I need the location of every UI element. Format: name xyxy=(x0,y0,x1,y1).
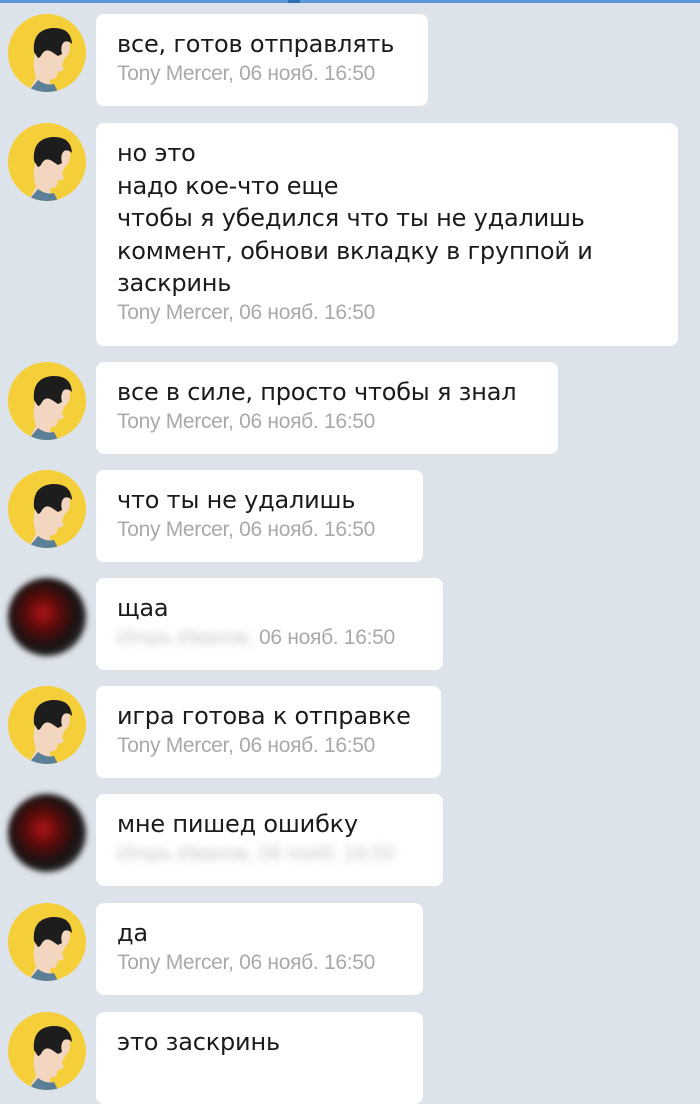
blurred-sender-name: Игорь Иванов, xyxy=(117,625,260,649)
message-meta: Игорь Иванов, 06 нояб. 16:50 xyxy=(117,626,423,650)
message-meta: Tony Mercer, 06 нояб. 16:50 xyxy=(117,409,376,433)
message-text: мне пишед ошибку xyxy=(117,810,358,838)
message-text: это заскринь xyxy=(117,1028,280,1056)
message-bubble[interactable]: но это надо кое-что еще чтобы я убедился… xyxy=(96,123,678,346)
message-text: щаа xyxy=(117,594,169,622)
message-bubble[interactable]: да Tony Mercer, 06 нояб. 16:50 xyxy=(96,903,423,995)
person-profile-icon xyxy=(28,916,72,981)
tony-avatar[interactable] xyxy=(8,123,86,201)
tony-avatar[interactable] xyxy=(8,1012,86,1090)
blurred-avatar[interactable] xyxy=(8,794,86,872)
person-profile-icon xyxy=(28,27,72,92)
message-bubble[interactable]: щаа Игорь Иванов, 06 нояб. 16:50 xyxy=(96,578,443,670)
message-bubble[interactable]: все в силе, просто чтобы я знал Tony Mer… xyxy=(96,362,558,454)
tony-avatar[interactable] xyxy=(8,470,86,548)
person-profile-icon xyxy=(28,136,72,201)
person-profile-icon xyxy=(28,483,72,548)
person-profile-icon xyxy=(28,1025,72,1090)
message-meta: Tony Mercer, 06 нояб. 16:50 xyxy=(117,733,376,757)
message-date-time: 06 нояб. 16:50 xyxy=(259,625,395,649)
message-bubble[interactable]: все, готов отправлять Tony Mercer, 06 но… xyxy=(96,14,428,106)
message-bubble[interactable]: мне пишед ошибку Игорь Иванов, 06 нояб. … xyxy=(96,794,443,886)
message-text: да xyxy=(117,919,148,947)
message-meta: Tony Mercer, 06 нояб. 16:50 xyxy=(117,61,376,85)
message-text: все, готов отправлять xyxy=(117,30,395,58)
tony-avatar[interactable] xyxy=(8,362,86,440)
message-text: игра готова к отправке xyxy=(117,702,411,730)
blurred-avatar[interactable] xyxy=(8,578,86,656)
tony-avatar[interactable] xyxy=(8,14,86,92)
blurred-message-meta: Игорь Иванов, 06 нояб. 16:50 xyxy=(117,841,395,865)
message-text: что ты не удалишь xyxy=(117,486,356,514)
message-meta: Tony Mercer, 06 нояб. 16:50 xyxy=(117,950,376,974)
message-meta: Tony Mercer, 06 нояб. 16:50 xyxy=(117,300,376,324)
person-profile-icon xyxy=(28,699,72,764)
tony-avatar[interactable] xyxy=(8,686,86,764)
message-text: все в силе, просто чтобы я знал xyxy=(117,378,517,406)
message-meta: Tony Mercer, 06 нояб. 16:50 xyxy=(117,517,376,541)
message-bubble[interactable]: игра готова к отправке Tony Mercer, 06 н… xyxy=(96,686,441,778)
message-bubble[interactable]: что ты не удалишь Tony Mercer, 06 нояб. … xyxy=(96,470,423,562)
message-text: но это надо кое-что еще чтобы я убедился… xyxy=(117,139,593,297)
tony-avatar[interactable] xyxy=(8,903,86,981)
person-profile-icon xyxy=(28,375,72,440)
message-list[interactable]: все, готов отправлять Tony Mercer, 06 но… xyxy=(0,0,700,1104)
message-bubble[interactable]: это заскринь xyxy=(96,1012,423,1104)
